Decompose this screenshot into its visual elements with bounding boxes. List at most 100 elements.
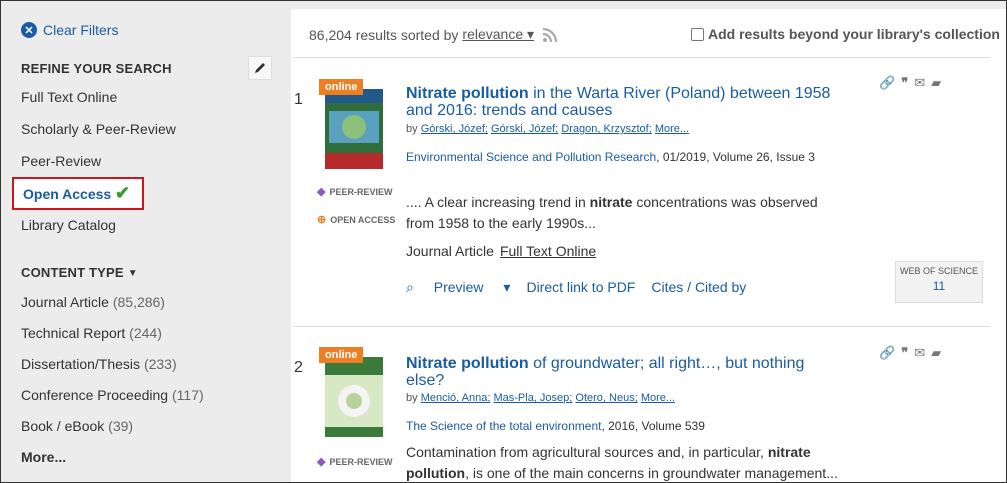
result-title[interactable]: Nitrate pollution of groundwater; all ri…	[406, 355, 846, 389]
result-thumbnail[interactable]: online	[319, 347, 383, 437]
more-authors-link[interactable]: More...	[655, 123, 689, 135]
checkbox[interactable]	[691, 27, 704, 41]
source-details: , 2016, Volume 539	[601, 419, 705, 433]
result-actions: ⌕ Preview ▾ Direct link to PDF Cites / C…	[406, 279, 762, 296]
results-count: 86,204 results sorted by	[309, 26, 459, 43]
more-authors-link[interactable]: More...	[641, 392, 675, 404]
beyond-collection-checkbox[interactable]: Add results beyond your library's collec…	[691, 26, 1000, 42]
more-content-types-link[interactable]: More...	[21, 449, 66, 465]
wos-count[interactable]: 11	[896, 279, 982, 293]
clear-filters-button[interactable]: ✕ Clear Filters	[21, 22, 118, 38]
cites-link[interactable]: Cites / Cited by	[651, 279, 746, 296]
title-highlight: Nitrate pollution	[406, 85, 529, 102]
snippet-highlight: nitrate	[589, 194, 633, 210]
result-number: 2	[294, 359, 303, 376]
facet-book-ebook[interactable]: Book / eBook (39)	[21, 418, 133, 434]
pdf-link[interactable]: Direct link to PDF	[526, 279, 635, 296]
cube-icon: ◆	[317, 456, 326, 468]
search-icon: ⌕	[406, 279, 418, 295]
facet-count: (233)	[143, 356, 177, 372]
facet-technical-report[interactable]: Technical Report (244)	[21, 325, 162, 341]
facet-label: Book / eBook	[21, 418, 105, 434]
divider	[293, 57, 990, 58]
facet-dissertation-thesis[interactable]: Dissertation/Thesis (233)	[21, 356, 177, 372]
lock-open-icon: ⊕	[317, 214, 327, 226]
facet-scholarly-peer-review[interactable]: Scholarly & Peer-Review	[21, 121, 176, 137]
peer-review-label: ◆ PEER-REVIEW	[317, 455, 392, 468]
result-authors: by Menció, Anna; Mas-Pla, Josep; Otero, …	[406, 392, 675, 404]
online-badge: online	[319, 79, 364, 95]
edit-button[interactable]	[248, 56, 272, 80]
folder-add-icon[interactable]: ▰	[931, 75, 941, 91]
result-thumbnail[interactable]: online	[319, 79, 383, 169]
cover-image	[325, 357, 383, 437]
app-frame: ✕ Clear Filters REFINE YOUR SEARCH Full …	[0, 0, 1007, 483]
online-badge: online	[319, 347, 364, 363]
sort-label: relevance	[462, 26, 524, 42]
content-type-label: CONTENT TYPE	[21, 265, 124, 280]
author-link[interactable]: Górski, Józef;	[421, 123, 488, 135]
results-summary: 86,204 results sorted by relevance ▾	[309, 26, 558, 43]
facet-label: Technical Report	[21, 325, 126, 341]
facet-count: (117)	[172, 387, 204, 403]
source-link[interactable]: The Science of the total environment	[406, 419, 601, 433]
cover-image	[325, 89, 383, 169]
open-access-text: OPEN ACCESS	[330, 214, 396, 225]
rss-icon[interactable]	[542, 27, 558, 43]
snippet-post: , is one of the main concerns in groundw…	[465, 465, 838, 481]
folder-add-icon[interactable]: ▰	[931, 345, 941, 361]
author-link[interactable]: Górski, Józef;	[491, 123, 558, 135]
author-link[interactable]: Otero, Neus;	[575, 392, 637, 404]
full-text-link[interactable]: Full Text Online	[500, 243, 596, 259]
open-access-label: ⊕ OPEN ACCESS	[317, 213, 395, 226]
facet-label: Journal Article	[21, 294, 109, 310]
result-title[interactable]: Nitrate pollution in the Warta River (Po…	[406, 85, 846, 119]
link-icon[interactable]: 🔗	[879, 345, 895, 361]
web-of-science-box[interactable]: WEB OF SCIENCE 11	[895, 261, 983, 303]
facet-count: (39)	[108, 418, 134, 434]
result-source: Environmental Science and Pollution Rese…	[406, 149, 846, 166]
open-access-label: Open Access	[23, 186, 112, 202]
result-tools: 🔗 ❞ ✉ ▰	[873, 75, 941, 91]
content-type-title[interactable]: CONTENT TYPE ▼	[21, 265, 138, 280]
facet-conference-proceeding[interactable]: Conference Proceeding (117)	[21, 387, 204, 403]
clear-icon: ✕	[21, 22, 37, 38]
email-icon[interactable]: ✉	[914, 75, 925, 91]
wos-label: WEB OF SCIENCE	[899, 266, 978, 276]
result-authors: by Górski, Józef; Górski, Józef; Dragon,…	[406, 123, 689, 135]
result-tools: 🔗 ❞ ✉ ▰	[873, 345, 941, 361]
quote-icon[interactable]: ❞	[901, 345, 908, 361]
author-link[interactable]: Dragon, Krzysztof;	[561, 123, 651, 135]
facet-label: Conference Proceeding	[21, 387, 169, 403]
result-number: 1	[294, 91, 303, 108]
link-icon[interactable]: 🔗	[879, 75, 895, 91]
author-link[interactable]: Menció, Anna;	[421, 392, 491, 404]
email-icon[interactable]: ✉	[914, 345, 925, 361]
title-highlight: Nitrate pollution	[406, 355, 529, 372]
facet-library-catalog[interactable]: Library Catalog	[21, 217, 116, 233]
facet-full-text-online[interactable]: Full Text Online	[21, 89, 117, 105]
chevron-down-icon: ▼	[127, 268, 138, 280]
result-snippet: .... A clear increasing trend in nitrate…	[406, 192, 846, 234]
source-link[interactable]: Environmental Science and Pollution Rese…	[406, 150, 656, 164]
refine-title: REFINE YOUR SEARCH	[21, 61, 172, 76]
facet-count: (244)	[129, 325, 162, 341]
clear-filters-label: Clear Filters	[43, 22, 119, 38]
results-panel: 86,204 results sorted by relevance ▾ Add…	[291, 9, 1006, 482]
divider	[293, 326, 990, 327]
cube-icon: ◆	[317, 186, 326, 198]
snippet-pre: .... A clear increasing trend in	[406, 194, 590, 210]
sidebar: ✕ Clear Filters REFINE YOUR SEARCH Full …	[1, 1, 279, 482]
authors-prefix: by	[406, 392, 421, 404]
quote-icon[interactable]: ❞	[901, 75, 908, 91]
facet-count: (85,286)	[112, 294, 165, 310]
facet-peer-review[interactable]: Peer-Review	[21, 153, 101, 169]
author-link[interactable]: Mas-Pla, Josep;	[493, 392, 572, 404]
sort-dropdown[interactable]: relevance ▾	[462, 26, 534, 43]
preview-button[interactable]: ⌕ Preview ▾	[406, 279, 510, 296]
facet-open-access[interactable]: Open Access ✔	[12, 177, 144, 210]
result-source: The Science of the total environment, 20…	[406, 418, 846, 435]
facet-journal-article[interactable]: Journal Article (85,286)	[21, 294, 165, 310]
peer-review-text: PEER-REVIEW	[329, 456, 393, 467]
authors-prefix: by	[406, 123, 421, 135]
